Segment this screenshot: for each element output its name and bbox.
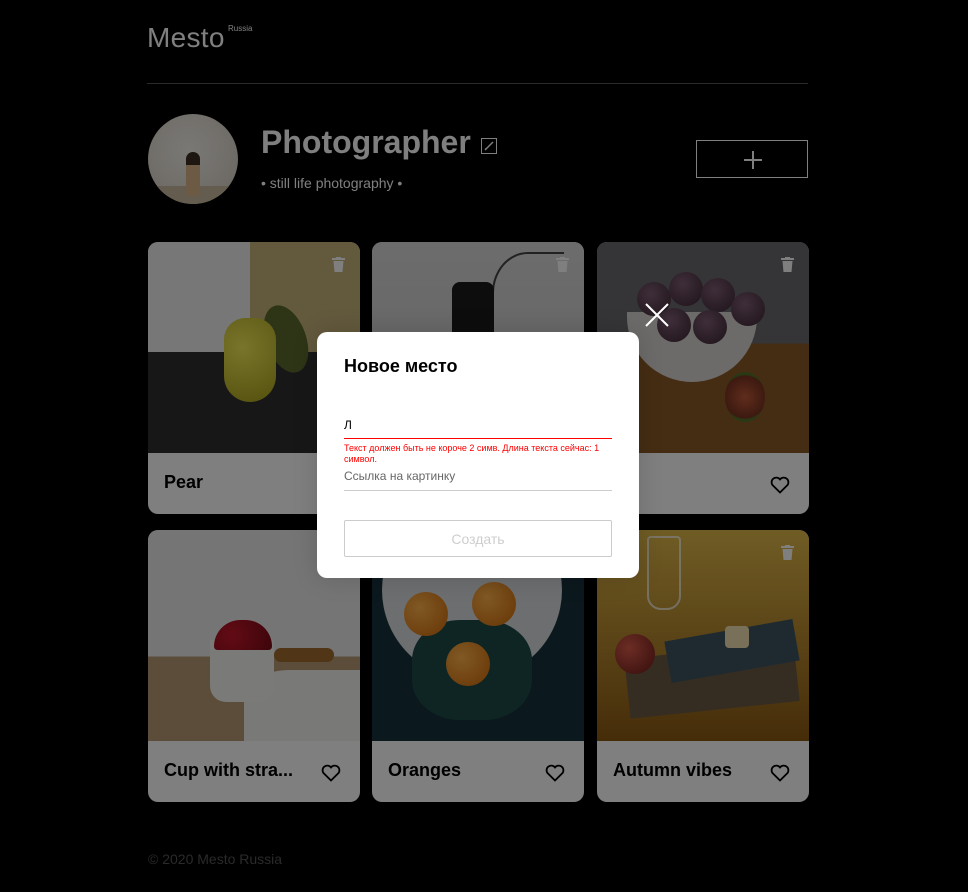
page: Mesto Russia Photographer • still life p… [0, 0, 968, 892]
create-button[interactable]: Создать [344, 520, 612, 557]
close-icon[interactable] [642, 300, 672, 330]
new-place-popup: Новое место Текст должен быть не короче … [317, 332, 639, 578]
place-name-input[interactable] [344, 412, 612, 439]
popup-title: Новое место [344, 356, 458, 376]
image-link-input[interactable] [344, 462, 612, 491]
